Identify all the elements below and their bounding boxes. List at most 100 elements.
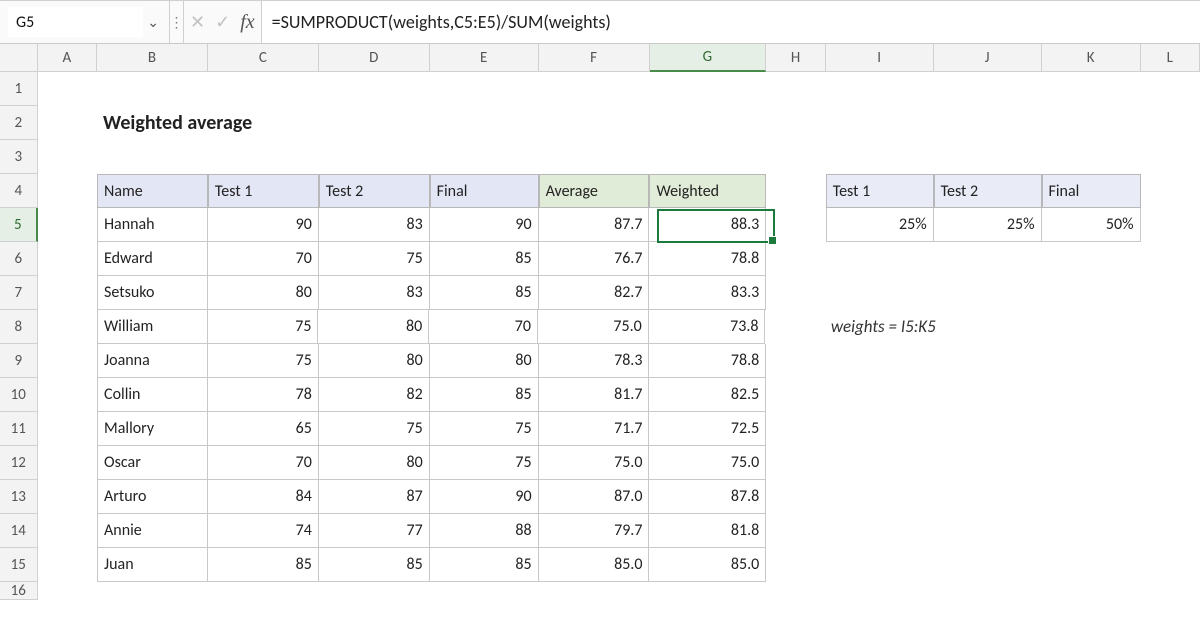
cell-cF3[interactable] <box>539 140 650 174</box>
cell-H13[interactable] <box>766 480 825 514</box>
worksheet[interactable]: A B C D E F G H I J K L 12Weighted avera… <box>0 44 1200 630</box>
col-header-A[interactable]: A <box>38 44 97 72</box>
cell-cG1[interactable] <box>649 72 766 106</box>
cell-cH16[interactable] <box>766 582 825 600</box>
cell-final-11[interactable]: 75 <box>430 412 539 446</box>
cell-K11[interactable] <box>1042 412 1141 446</box>
cell-I7[interactable] <box>826 276 934 310</box>
cell-cE2[interactable] <box>430 106 539 140</box>
cell-avg-12[interactable]: 75.0 <box>539 446 650 480</box>
row-header-16[interactable]: 16 <box>0 582 38 600</box>
cell-A11[interactable] <box>38 412 97 446</box>
cell-cI1[interactable] <box>826 72 934 106</box>
cell-name-11[interactable]: Mallory <box>97 412 208 446</box>
cell-avg-14[interactable]: 79.7 <box>539 514 650 548</box>
cell-A14[interactable] <box>38 514 97 548</box>
cell-cK16[interactable] <box>1042 582 1141 600</box>
col-header-H[interactable]: H <box>766 44 825 72</box>
cell-cK2[interactable] <box>1042 106 1141 140</box>
cell-H7[interactable] <box>766 276 825 310</box>
cell-t1-13[interactable]: 84 <box>208 480 319 514</box>
cell-cC1[interactable] <box>208 72 319 106</box>
cell-t1-10[interactable]: 78 <box>208 378 319 412</box>
cell-cD3[interactable] <box>319 140 430 174</box>
cell-name-5[interactable]: Hannah <box>97 208 208 242</box>
cell-cC2[interactable] <box>209 106 320 140</box>
cell-H12[interactable] <box>766 446 825 480</box>
cell-name-10[interactable]: Collin <box>97 378 208 412</box>
cell-cA1[interactable] <box>38 72 97 106</box>
th-name[interactable]: Name <box>97 174 208 208</box>
cell-t1-12[interactable]: 70 <box>208 446 319 480</box>
th-test2[interactable]: Test 2 <box>319 174 430 208</box>
row-header-11[interactable]: 11 <box>0 412 38 446</box>
cell-cH3[interactable] <box>766 140 825 174</box>
cell-t1-6[interactable]: 70 <box>208 242 319 276</box>
cell-cH2[interactable] <box>767 106 826 140</box>
row-header-4[interactable]: 4 <box>0 174 38 208</box>
cell-L15[interactable] <box>1141 548 1200 582</box>
cell-A4[interactable] <box>38 174 97 208</box>
cell-final-7[interactable]: 85 <box>430 276 539 310</box>
cell-avg-6[interactable]: 76.7 <box>539 242 650 276</box>
cell-J8[interactable] <box>934 310 1042 344</box>
cell-J13[interactable] <box>934 480 1042 514</box>
cell-avg-10[interactable]: 81.7 <box>539 378 650 412</box>
cell-w1[interactable]: 25% <box>826 208 934 242</box>
cell-name-12[interactable]: Oscar <box>97 446 208 480</box>
cell-wt-6[interactable]: 78.8 <box>649 242 766 276</box>
cell-I10[interactable] <box>826 378 934 412</box>
cell-H6[interactable] <box>766 242 825 276</box>
formula-bar-handle-icon[interactable]: ⋮ <box>170 1 184 43</box>
cell-H8[interactable] <box>765 310 824 344</box>
cell-t2-12[interactable]: 80 <box>319 446 430 480</box>
cell-final-14[interactable]: 88 <box>430 514 539 548</box>
cell-wt-8[interactable]: 73.8 <box>649 310 766 344</box>
cell-K7[interactable] <box>1042 276 1141 310</box>
cell-cI3[interactable] <box>826 140 934 174</box>
cell-H11[interactable] <box>766 412 825 446</box>
cell-A5[interactable] <box>38 208 97 242</box>
cell-H5[interactable] <box>766 208 825 242</box>
cell-K9[interactable] <box>1042 344 1141 378</box>
col-header-D[interactable]: D <box>319 44 430 72</box>
th-average[interactable]: Average <box>539 174 650 208</box>
cell-cI16[interactable] <box>826 582 934 600</box>
cell-wt-13[interactable]: 87.8 <box>649 480 766 514</box>
row-header-7[interactable]: 7 <box>0 276 38 310</box>
cell-w2[interactable]: 25% <box>934 208 1042 242</box>
cell-A12[interactable] <box>38 446 97 480</box>
cell-A6[interactable] <box>38 242 97 276</box>
cell-cA3[interactable] <box>38 140 97 174</box>
cell-I11[interactable] <box>826 412 934 446</box>
cell-L4[interactable] <box>1141 174 1200 208</box>
cell-L9[interactable] <box>1141 344 1200 378</box>
cell-cG16[interactable] <box>649 582 766 600</box>
row-header-14[interactable]: 14 <box>0 514 38 548</box>
cell-wt-10[interactable]: 82.5 <box>649 378 766 412</box>
cell-cL2[interactable] <box>1141 106 1200 140</box>
cell-t2-5[interactable]: 83 <box>319 208 430 242</box>
cell-t1-14[interactable]: 74 <box>208 514 319 548</box>
cell-A7[interactable] <box>38 276 97 310</box>
cell-cF2[interactable] <box>539 106 650 140</box>
col-header-C[interactable]: C <box>208 44 319 72</box>
cell-J12[interactable] <box>934 446 1042 480</box>
fx-icon[interactable]: fx <box>240 11 254 34</box>
cell-I9[interactable] <box>826 344 934 378</box>
cell-t1-9[interactable]: 75 <box>208 344 319 378</box>
wth-test2[interactable]: Test 2 <box>934 174 1042 208</box>
cell-wt-7[interactable]: 83.3 <box>649 276 766 310</box>
cell-t2-7[interactable]: 83 <box>319 276 430 310</box>
cell-H10[interactable] <box>766 378 825 412</box>
col-header-B[interactable]: B <box>97 44 208 72</box>
cell-K6[interactable] <box>1042 242 1141 276</box>
cell-H4[interactable] <box>766 174 825 208</box>
cell-wt-15[interactable]: 85.0 <box>649 548 766 582</box>
cell-t2-6[interactable]: 75 <box>319 242 430 276</box>
row-header-15[interactable]: 15 <box>0 548 38 582</box>
cell-wt-5[interactable]: 88.3 <box>649 208 766 242</box>
cell-cA16[interactable] <box>38 582 97 600</box>
cell-K12[interactable] <box>1042 446 1141 480</box>
cell-cE1[interactable] <box>430 72 539 106</box>
